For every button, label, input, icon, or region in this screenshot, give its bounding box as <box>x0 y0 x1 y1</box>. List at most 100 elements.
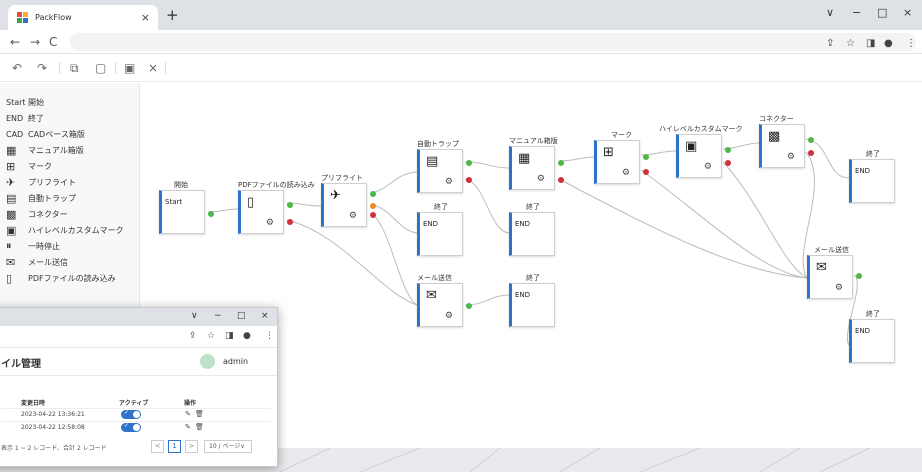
active-toggle[interactable]: ✓ <box>121 422 141 432</box>
flow-node-mail[interactable]: メール送信 ✉ ⚙ <box>807 246 862 299</box>
flow-node-end[interactable]: 終了 END <box>509 203 555 256</box>
back-button[interactable]: ← <box>10 35 20 49</box>
flow-node-pdf-import[interactable]: PDFファイルの読み込み ▯ ⚙ <box>238 181 315 234</box>
flow-node-end[interactable]: 終了 END <box>509 274 555 327</box>
gear-icon[interactable]: ⚙ <box>349 212 357 221</box>
gear-icon[interactable]: ⚙ <box>266 219 274 228</box>
star-icon[interactable]: ☆ <box>207 331 215 341</box>
forward-button[interactable]: → <box>30 35 40 49</box>
flow-node-high-level-custom-mark[interactable]: ハイレベルカスタムマーク ▣ ⚙ <box>659 125 743 178</box>
undo-icon[interactable]: ↶ <box>12 61 22 75</box>
sidebar-icon[interactable]: ◨ <box>225 331 234 341</box>
star-icon[interactable]: ☆ <box>846 39 855 49</box>
redo-icon[interactable]: ↷ <box>37 61 47 75</box>
palette-item-manual-board[interactable]: ▦ マニュアル箱版 <box>6 143 84 157</box>
new-tab-button[interactable]: + <box>166 8 179 23</box>
output-port-error[interactable] <box>643 169 649 175</box>
palette-item-cad[interactable]: CAD CADベース箱版 <box>6 127 85 141</box>
palette-item-pdf[interactable]: ▯ PDFファイルの読み込み <box>6 271 116 285</box>
sidebar-icon[interactable]: ◨ <box>866 39 875 49</box>
check-icon: ✓ <box>124 422 130 429</box>
gear-icon[interactable]: ⚙ <box>622 169 630 178</box>
output-port-error[interactable] <box>808 150 814 156</box>
share-icon[interactable]: ⇪ <box>189 331 197 341</box>
tab-packflow[interactable]: PackFlow × <box>8 5 158 30</box>
edit-icon[interactable]: ✎ <box>185 423 191 431</box>
gear-icon[interactable]: ⚙ <box>835 284 843 293</box>
gear-icon[interactable]: ⚙ <box>537 175 545 184</box>
output-port-success[interactable] <box>643 154 649 160</box>
prev-page-button[interactable]: < <box>151 440 164 453</box>
flow-node-mark[interactable]: マーク ⊞ ⚙ <box>594 131 649 184</box>
close-window-button[interactable]: × <box>903 6 912 19</box>
flow-node-end[interactable]: 終了 END <box>849 310 895 363</box>
output-port[interactable] <box>466 303 472 309</box>
next-page-button[interactable]: > <box>185 440 198 453</box>
palette-item-preflight[interactable]: ✈ プリフライト <box>6 175 76 189</box>
palette-item-end[interactable]: END 終了 <box>6 111 44 125</box>
close-icon[interactable]: × <box>148 61 158 75</box>
flow-node-end[interactable]: 終了 END <box>417 203 463 256</box>
output-port-success[interactable] <box>370 191 376 197</box>
palette-item-pause[interactable]: ⏸ 一時停止 <box>6 239 60 253</box>
flow-node-end[interactable]: 終了 END <box>849 150 895 203</box>
edit-icon[interactable]: ✎ <box>185 410 191 418</box>
reload-button[interactable]: C <box>49 35 57 49</box>
palette-item-connector[interactable]: ▩ コネクター <box>6 207 68 221</box>
delete-icon[interactable]: 🗑 <box>195 410 204 418</box>
palette-item-high-level-custom-mark[interactable]: ▣ ハイレベルカスタムマーク <box>6 223 124 237</box>
palette-item-start[interactable]: Start 開始 <box>6 95 44 109</box>
paste-icon[interactable]: ▢ <box>95 61 106 75</box>
output-port-error[interactable] <box>466 177 472 183</box>
delete-icon[interactable]: 🗑 <box>195 423 204 431</box>
cad-icon: CAD <box>6 129 24 139</box>
output-port-success[interactable] <box>558 160 564 166</box>
close-window-button[interactable]: × <box>261 311 269 321</box>
flow-node-connector[interactable]: コネクター ▩ ⚙ <box>759 115 814 168</box>
output-port-error[interactable] <box>558 177 564 183</box>
flow-node-start[interactable]: 開始 Start <box>159 181 214 234</box>
output-port-error[interactable] <box>725 160 731 166</box>
manual-board-icon: ▦ <box>518 151 531 166</box>
output-port-error[interactable] <box>370 212 376 218</box>
copy-icon[interactable]: ⧉ <box>70 61 79 75</box>
minimize-button[interactable]: − <box>852 6 861 19</box>
active-toggle[interactable]: ✓ <box>121 409 141 419</box>
gear-icon[interactable]: ⚙ <box>787 153 795 162</box>
profile-icon[interactable]: ● <box>243 331 251 341</box>
minimize-button[interactable]: − <box>214 311 222 321</box>
tab-search-icon[interactable]: ∨ <box>826 6 834 19</box>
output-port[interactable] <box>856 273 862 279</box>
tab-close-icon[interactable]: × <box>141 11 150 24</box>
gear-icon[interactable]: ⚙ <box>445 312 453 321</box>
gear-icon[interactable]: ⚙ <box>704 163 712 172</box>
flow-node-preflight[interactable]: プリフライト ✈ ⚙ <box>321 174 376 227</box>
output-port-error[interactable] <box>287 219 293 225</box>
flow-node-manual-board[interactable]: マニュアル箱版 ▦ ⚙ <box>509 137 564 190</box>
palette-item-mark[interactable]: ⊞ マーク <box>6 159 52 173</box>
share-icon[interactable]: ⇪ <box>826 39 834 49</box>
maximize-button[interactable]: □ <box>237 311 246 321</box>
flow-node-auto-trap[interactable]: 自動トラップ ▤ ⚙ <box>417 140 472 193</box>
output-port-success[interactable] <box>725 147 731 153</box>
save-icon[interactable]: ▣ <box>124 61 135 75</box>
page-button-current[interactable]: 1 <box>168 440 181 453</box>
output-port-success[interactable] <box>466 160 472 166</box>
username[interactable]: admin <box>223 357 248 366</box>
page-size-select[interactable]: 10 / ページ∨ <box>204 440 252 453</box>
output-port-success[interactable] <box>808 137 814 143</box>
output-port-warning[interactable] <box>370 203 376 209</box>
url-input[interactable] <box>70 33 916 51</box>
avatar[interactable] <box>200 354 215 369</box>
palette-item-mail[interactable]: ✉ メール送信 <box>6 255 68 269</box>
menu-icon[interactable]: ⋮ <box>265 331 274 341</box>
flow-node-mail[interactable]: メール送信 ✉ ⚙ <box>417 274 472 327</box>
menu-icon[interactable]: ⋮ <box>906 39 916 49</box>
gear-icon[interactable]: ⚙ <box>445 178 453 187</box>
palette-item-auto-trap[interactable]: ▤ 自動トラップ <box>6 191 76 205</box>
output-port-success[interactable] <box>287 202 293 208</box>
maximize-button[interactable]: □ <box>877 6 887 19</box>
output-port[interactable] <box>208 211 214 217</box>
tab-search-icon[interactable]: ∨ <box>191 311 198 321</box>
profile-icon[interactable]: ● <box>884 39 893 49</box>
